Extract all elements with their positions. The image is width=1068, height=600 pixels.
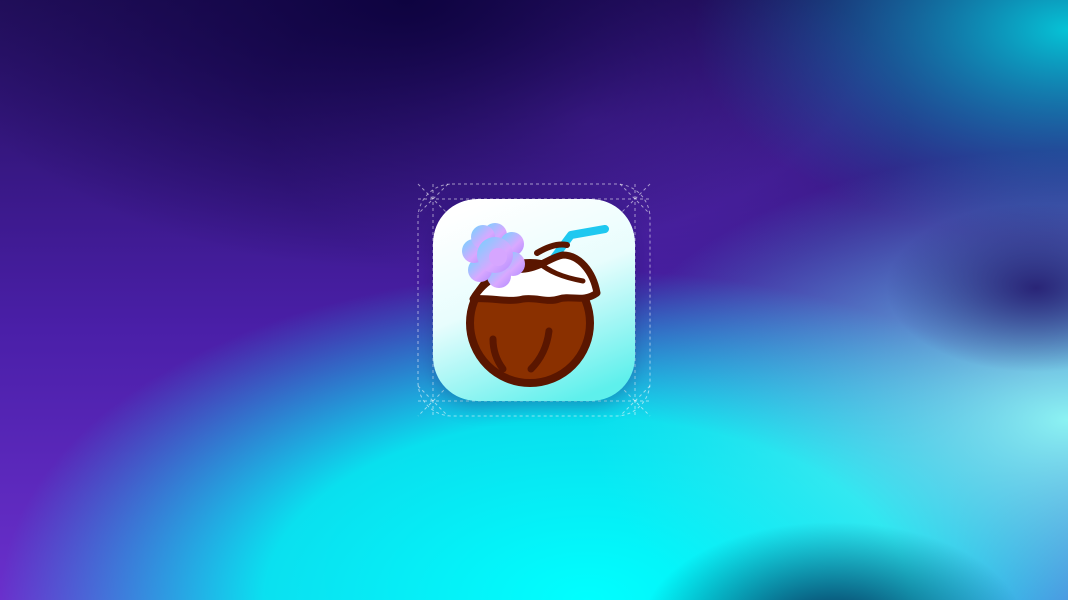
coconut-drink-icon[interactable] <box>433 199 635 401</box>
